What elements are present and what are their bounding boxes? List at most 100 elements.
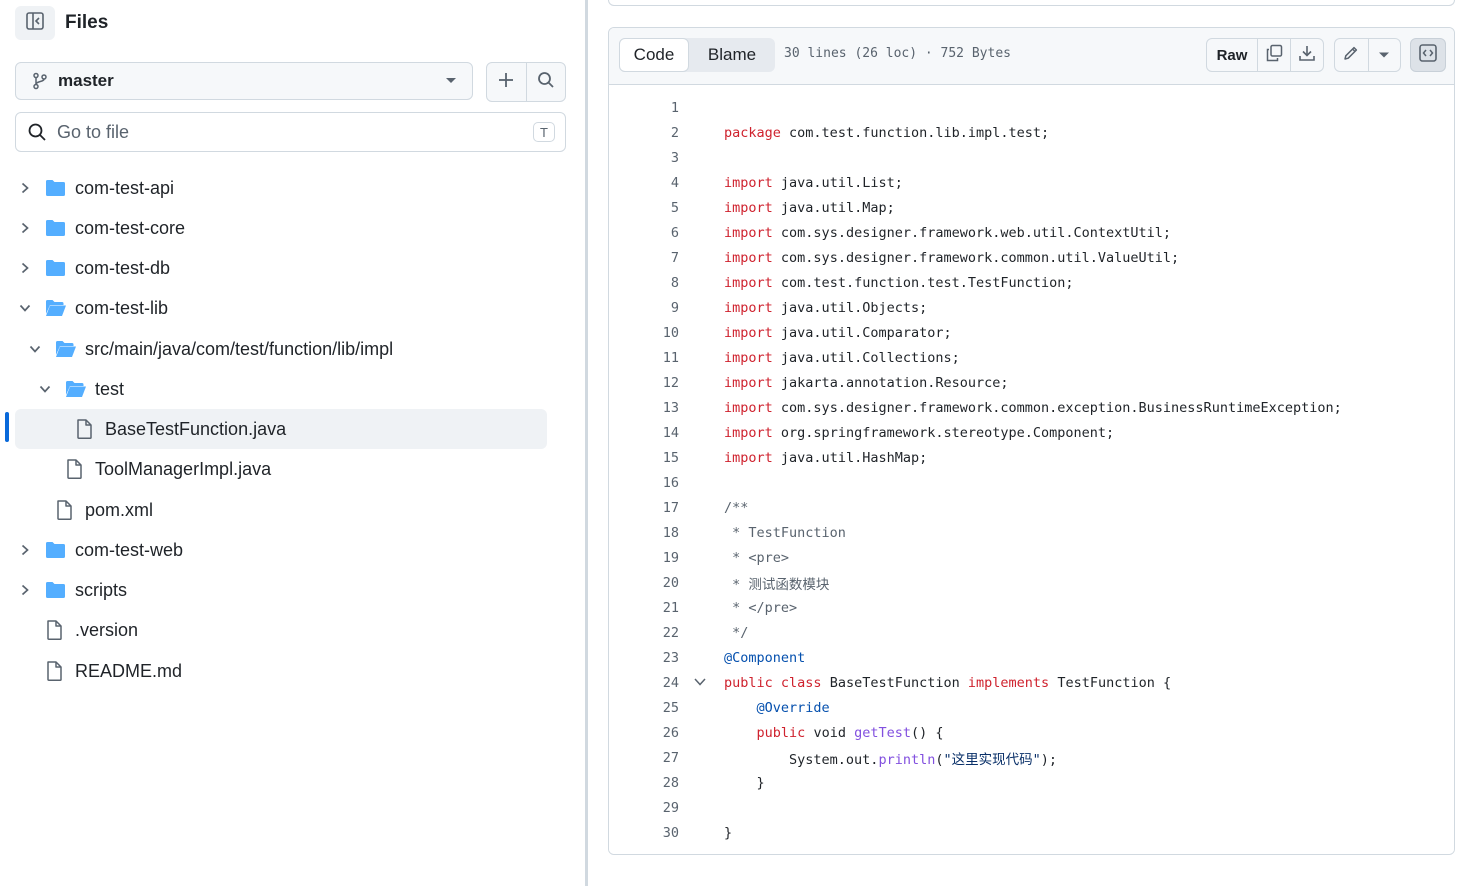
line-number[interactable]: 23 <box>609 650 679 666</box>
line-number[interactable]: 5 <box>609 200 679 216</box>
line-number[interactable]: 26 <box>609 725 679 741</box>
chevron-down-icon[interactable] <box>18 301 32 315</box>
code-token: */ <box>724 624 749 641</box>
chevron-down-icon[interactable] <box>38 382 52 396</box>
copy-raw-button[interactable] <box>1257 39 1290 71</box>
line-number[interactable]: 6 <box>609 225 679 241</box>
tree-item-label: scripts <box>75 579 128 600</box>
line-number[interactable]: 27 <box>609 750 679 766</box>
edit-options-button[interactable] <box>1367 39 1401 71</box>
code-token: import <box>724 199 773 216</box>
copy-icon <box>1265 44 1283 67</box>
symbols-panel-button[interactable] <box>1410 38 1446 72</box>
code-line: 29 <box>609 795 1454 820</box>
line-number[interactable]: 17 <box>609 500 679 516</box>
search-icon <box>27 122 47 142</box>
line-number[interactable]: 29 <box>609 800 679 816</box>
code-token: import <box>724 399 773 416</box>
tree-folder[interactable]: com-test-core <box>15 208 547 248</box>
fold-chevron-icon[interactable] <box>693 676 707 688</box>
code-token: implements <box>967 674 1050 691</box>
chevron-right-icon[interactable] <box>18 181 32 195</box>
line-number[interactable]: 3 <box>609 150 679 166</box>
line-number[interactable]: 22 <box>609 625 679 641</box>
file-icon <box>76 419 92 439</box>
line-number[interactable]: 4 <box>609 175 679 191</box>
tree-folder[interactable]: com-test-lib <box>15 288 547 328</box>
line-number[interactable]: 21 <box>609 600 679 616</box>
raw-label: Raw <box>1216 46 1248 64</box>
code-line: 4 import java.util.List; <box>609 170 1454 195</box>
shortcut-key-hint: T <box>533 122 555 142</box>
add-file-button[interactable] <box>487 63 526 101</box>
file-icon <box>46 661 62 681</box>
download-icon <box>1298 44 1316 67</box>
chevron-right-icon[interactable] <box>18 543 32 557</box>
line-number[interactable]: 7 <box>609 250 679 266</box>
tab-blame[interactable]: Blame <box>689 38 775 72</box>
tree-file[interactable]: BaseTestFunction.java <box>15 409 547 449</box>
raw-button[interactable]: Raw <box>1207 39 1257 71</box>
line-number[interactable]: 8 <box>609 275 679 291</box>
code-lines[interactable]: 1 2 package com.test.function.lib.impl.tes… <box>609 85 1454 854</box>
code-token: import <box>724 374 773 391</box>
edit-file-button[interactable] <box>1335 39 1368 71</box>
line-number[interactable]: 20 <box>609 575 679 591</box>
tree-file[interactable]: .version <box>15 610 547 650</box>
line-number[interactable]: 30 <box>609 825 679 841</box>
code-line: 10 import java.util.Comparator; <box>609 320 1454 345</box>
line-number[interactable]: 13 <box>609 400 679 416</box>
code-token: void <box>813 724 846 741</box>
chevron-right-icon[interactable] <box>18 221 32 235</box>
chevron-right-icon[interactable] <box>18 583 32 597</box>
tree-folder[interactable]: com-test-api <box>15 168 547 208</box>
chevron-down-icon <box>1378 46 1390 64</box>
line-content: import com.sys.designer.framework.web.ut… <box>724 225 1171 241</box>
search-button[interactable] <box>526 63 565 101</box>
line-number[interactable]: 2 <box>609 125 679 141</box>
line-content: public class BaseTestFunction implements… <box>724 675 1171 691</box>
line-number[interactable]: 10 <box>609 325 679 341</box>
line-number[interactable]: 19 <box>609 550 679 566</box>
tree-folder[interactable]: test <box>15 369 547 409</box>
code-line: 27 System.out.println("这里实现代码"); <box>609 745 1454 770</box>
line-content: System.out.println("这里实现代码"); <box>724 748 1057 768</box>
tree-folder[interactable]: com-test-web <box>15 530 547 570</box>
code-token: java.util.Objects; <box>780 299 928 316</box>
tree-file[interactable]: ToolManagerImpl.java <box>15 449 547 489</box>
view-mode-switch: Code Blame <box>619 38 775 72</box>
tree-folder[interactable]: scripts <box>15 570 547 610</box>
branch-selector[interactable]: master <box>15 62 473 100</box>
chevron-down-icon[interactable] <box>28 342 42 356</box>
line-number[interactable]: 11 <box>609 350 679 366</box>
line-number[interactable]: 24 <box>609 675 679 691</box>
line-number[interactable]: 14 <box>609 425 679 441</box>
tree-file[interactable]: README.md <box>15 651 547 691</box>
line-content: * 测试函数模块 <box>724 573 829 593</box>
collapse-sidebar-button[interactable] <box>15 6 55 40</box>
line-number[interactable]: 16 <box>609 475 679 491</box>
git-branch-icon <box>32 72 48 90</box>
tree-folder[interactable]: src/main/java/com/test/function/lib/impl <box>15 329 547 369</box>
tree-item-label: com-test-api <box>75 177 175 198</box>
download-button[interactable] <box>1290 39 1323 71</box>
file-icon <box>46 620 62 640</box>
code-line: 19 * <pre> <box>609 545 1454 570</box>
tree-folder[interactable]: com-test-db <box>15 248 547 288</box>
chevron-right-icon[interactable] <box>18 261 32 275</box>
line-number[interactable]: 25 <box>609 700 679 716</box>
panel-divider[interactable] <box>585 0 588 886</box>
line-number[interactable]: 1 <box>609 100 679 116</box>
line-number[interactable]: 18 <box>609 525 679 541</box>
line-number[interactable]: 28 <box>609 775 679 791</box>
tree-file[interactable]: pom.xml <box>15 490 547 530</box>
code-viewer: Code Blame 30 lines (26 loc) · 752 Bytes… <box>608 27 1455 855</box>
line-number[interactable]: 15 <box>609 450 679 466</box>
code-token: org.springframework.stereotype.Component… <box>780 424 1115 441</box>
line-number[interactable]: 12 <box>609 375 679 391</box>
go-to-file-input[interactable] <box>55 120 499 144</box>
code-line: 3 <box>609 145 1454 170</box>
line-number[interactable]: 9 <box>609 300 679 316</box>
tab-code[interactable]: Code <box>619 38 689 72</box>
code-token: TestFunction { <box>1057 674 1172 691</box>
